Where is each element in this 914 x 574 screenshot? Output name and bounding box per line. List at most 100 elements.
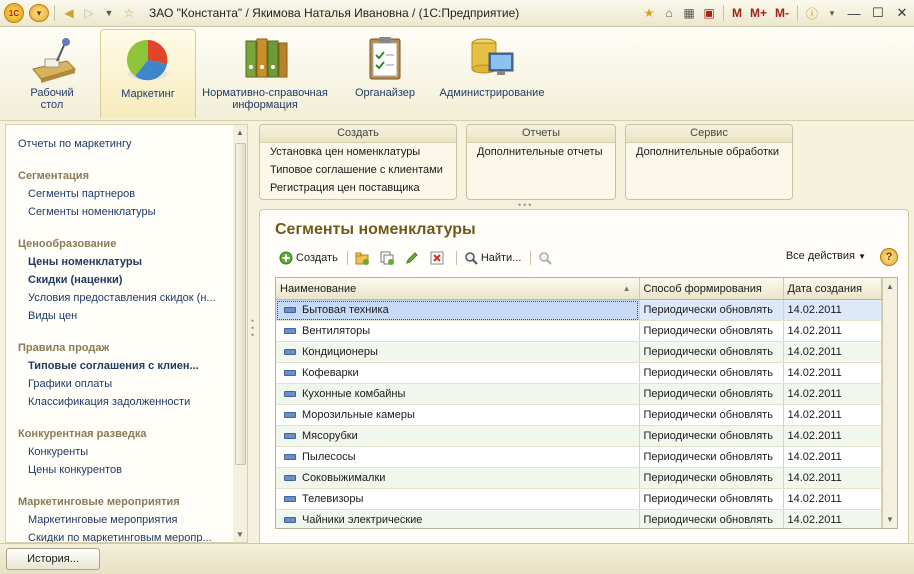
nav-item-price-types[interactable]: Виды цен: [6, 310, 77, 322]
info-icon[interactable]: ⓘ: [803, 3, 821, 23]
cell-name: Бытовая техника: [276, 299, 640, 321]
service-commands-title: Сервис: [626, 125, 792, 143]
status-bar: История...: [0, 543, 914, 574]
table-row[interactable]: Бытовая техника Периодически обновлять 1…: [276, 299, 882, 321]
section-desktop[interactable]: Рабочий стол: [15, 29, 89, 117]
table-row[interactable]: Соковыжималки Периодически обновлять 14.…: [276, 467, 882, 489]
calculator-icon[interactable]: ▦: [680, 3, 698, 23]
main-menu-icon[interactable]: ▾: [29, 4, 49, 22]
nav-item-marketing-events[interactable]: Маркетинговые мероприятия: [6, 514, 178, 526]
nav-item-product-prices[interactable]: Цены номенклатуры: [6, 256, 142, 268]
help-icon[interactable]: ?: [880, 248, 898, 266]
cmd-register-supplier-prices[interactable]: Регистрация цен поставщика: [260, 179, 456, 197]
history-dropdown-icon[interactable]: ▼: [100, 3, 118, 23]
close-icon[interactable]: ✕: [890, 5, 914, 21]
maximize-icon[interactable]: ☐: [866, 5, 890, 21]
minimize-icon[interactable]: —: [842, 6, 866, 21]
app-logo-icon[interactable]: 1С: [4, 3, 24, 23]
cell-date: 14.02.2011: [783, 341, 882, 363]
section-reference-info[interactable]: Нормативно-справочная информация: [198, 29, 332, 117]
all-actions-menu[interactable]: Все действия ▼: [786, 250, 866, 262]
scroll-down-icon[interactable]: ▼: [233, 530, 247, 539]
element-icon: [284, 454, 296, 461]
table-row[interactable]: Чайники электрические Периодически обнов…: [276, 509, 882, 528]
section-administration[interactable]: Администрирование: [432, 29, 552, 117]
list-form: Сегменты номенклатуры Создать Найти... В…: [259, 209, 909, 546]
add-favorite-icon[interactable]: ★: [640, 3, 658, 23]
cmd-set-product-prices[interactable]: Установка цен номенклатуры: [260, 143, 456, 161]
table-row[interactable]: Мясорубки Периодически обновлять 14.02.2…: [276, 425, 882, 447]
nav-item-payment-schedules[interactable]: Графики оплаты: [6, 378, 112, 390]
nav-item-standard-agreements[interactable]: Типовые соглашения с клиен...: [6, 360, 199, 372]
table-row[interactable]: Пылесосы Периодически обновлять 14.02.20…: [276, 446, 882, 468]
calendar-icon[interactable]: ▣: [700, 3, 718, 23]
create-group-button[interactable]: [352, 249, 375, 267]
edit-button[interactable]: [402, 249, 425, 267]
cell-method: Периодически обновлять: [639, 383, 784, 405]
memory-minus-button[interactable]: M-: [775, 6, 789, 20]
scroll-up-icon[interactable]: ▲: [233, 128, 247, 137]
table-scrollbar[interactable]: ▲ ▼: [882, 278, 897, 528]
segments-table[interactable]: Наименование ▲ Способ формирования Дата с…: [275, 277, 898, 529]
memory-m-button[interactable]: M: [732, 6, 742, 20]
table-row[interactable]: Телевизоры Периодически обновлять 14.02.…: [276, 488, 882, 510]
nav-item-debt-classification[interactable]: Классификация задолженности: [6, 396, 190, 408]
cell-method: Периодически обновлять: [639, 320, 784, 342]
nav-group-pricing: Ценообразование: [18, 238, 117, 250]
nav-item-marketing-discounts[interactable]: Скидки по маркетинговым меропр...: [6, 532, 212, 542]
cmd-additional-reports[interactable]: Дополнительные отчеты: [467, 143, 615, 161]
vertical-splitter[interactable]: • • •: [251, 317, 255, 340]
nav-item-discount-conditions[interactable]: Условия предоставления скидок (н...: [6, 292, 216, 304]
table-row[interactable]: Кондиционеры Периодически обновлять 14.0…: [276, 341, 882, 363]
cell-name: Чайники электрические: [276, 509, 640, 528]
column-header-date[interactable]: Дата создания: [783, 278, 882, 300]
cell-date: 14.02.2011: [783, 446, 882, 468]
info-dropdown-icon[interactable]: ▾: [823, 3, 841, 23]
table-row[interactable]: Кухонные комбайны Периодически обновлять…: [276, 383, 882, 405]
all-actions-label: Все действия: [785, 250, 856, 262]
forward-arrow-icon[interactable]: ▷: [80, 3, 98, 23]
nav-item-competitors[interactable]: Конкуренты: [6, 446, 88, 458]
copy-icon: [380, 251, 394, 265]
cell-name-text: Телевизоры: [302, 493, 364, 505]
cell-name: Телевизоры: [276, 488, 640, 510]
nav-item-product-segments[interactable]: Сегменты номенклатуры: [6, 206, 156, 218]
scroll-down-icon[interactable]: ▼: [883, 515, 897, 524]
title-bar: 1С ▾ ◀ ▷ ▼ ☆ ЗАО "Константа" / Якимова Н…: [0, 0, 914, 27]
nav-item-competitor-prices[interactable]: Цены конкурентов: [6, 464, 122, 476]
table-row[interactable]: Кофеварки Периодически обновлять 14.02.2…: [276, 362, 882, 384]
nav-item-marketing-reports[interactable]: Отчеты по маркетингу: [6, 138, 131, 150]
table-row[interactable]: Вентиляторы Периодически обновлять 14.02…: [276, 320, 882, 342]
cell-name-text: Бытовая техника: [302, 304, 389, 316]
cmd-additional-processing[interactable]: Дополнительные обработки: [626, 143, 792, 161]
cell-name-text: Мясорубки: [302, 430, 358, 442]
scroll-thumb[interactable]: [235, 143, 246, 465]
nav-group-competitive-intel: Конкурентная разведка: [18, 428, 147, 440]
column-header-method[interactable]: Способ формирования: [639, 278, 784, 300]
nav-group-segmentation: Сегментация: [18, 170, 89, 182]
navigation-scrollbar[interactable]: ▲ ▼: [233, 124, 248, 543]
divider: [797, 5, 798, 21]
find-button-label: Найти...: [480, 252, 522, 264]
history-button[interactable]: История...: [6, 548, 100, 570]
database-monitor-icon: [467, 35, 517, 83]
history-icon[interactable]: ⌂: [660, 3, 678, 23]
section-label: Органайзер: [354, 87, 416, 99]
copy-button[interactable]: [377, 249, 400, 267]
nav-item-discounts[interactable]: Скидки (наценки): [6, 274, 122, 286]
create-button[interactable]: Создать: [276, 249, 341, 267]
nav-item-partner-segments[interactable]: Сегменты партнеров: [6, 188, 135, 200]
cmd-standard-agreement[interactable]: Типовое соглашение с клиентами: [260, 161, 456, 179]
cancel-search-button[interactable]: [535, 249, 558, 267]
section-marketing[interactable]: Маркетинг: [100, 29, 196, 118]
back-arrow-icon[interactable]: ◀: [60, 3, 78, 23]
delete-mark-button[interactable]: [427, 249, 450, 267]
memory-plus-button[interactable]: M+: [750, 6, 767, 20]
column-header-name[interactable]: Наименование ▲: [276, 278, 640, 300]
section-organizer[interactable]: Органайзер: [346, 29, 424, 117]
table-row[interactable]: Морозильные камеры Периодически обновлят…: [276, 404, 882, 426]
scroll-up-icon[interactable]: ▲: [883, 282, 897, 291]
divider: [722, 5, 724, 21]
favorites-star-icon[interactable]: ☆: [120, 3, 138, 23]
find-button[interactable]: Найти...: [461, 249, 525, 267]
